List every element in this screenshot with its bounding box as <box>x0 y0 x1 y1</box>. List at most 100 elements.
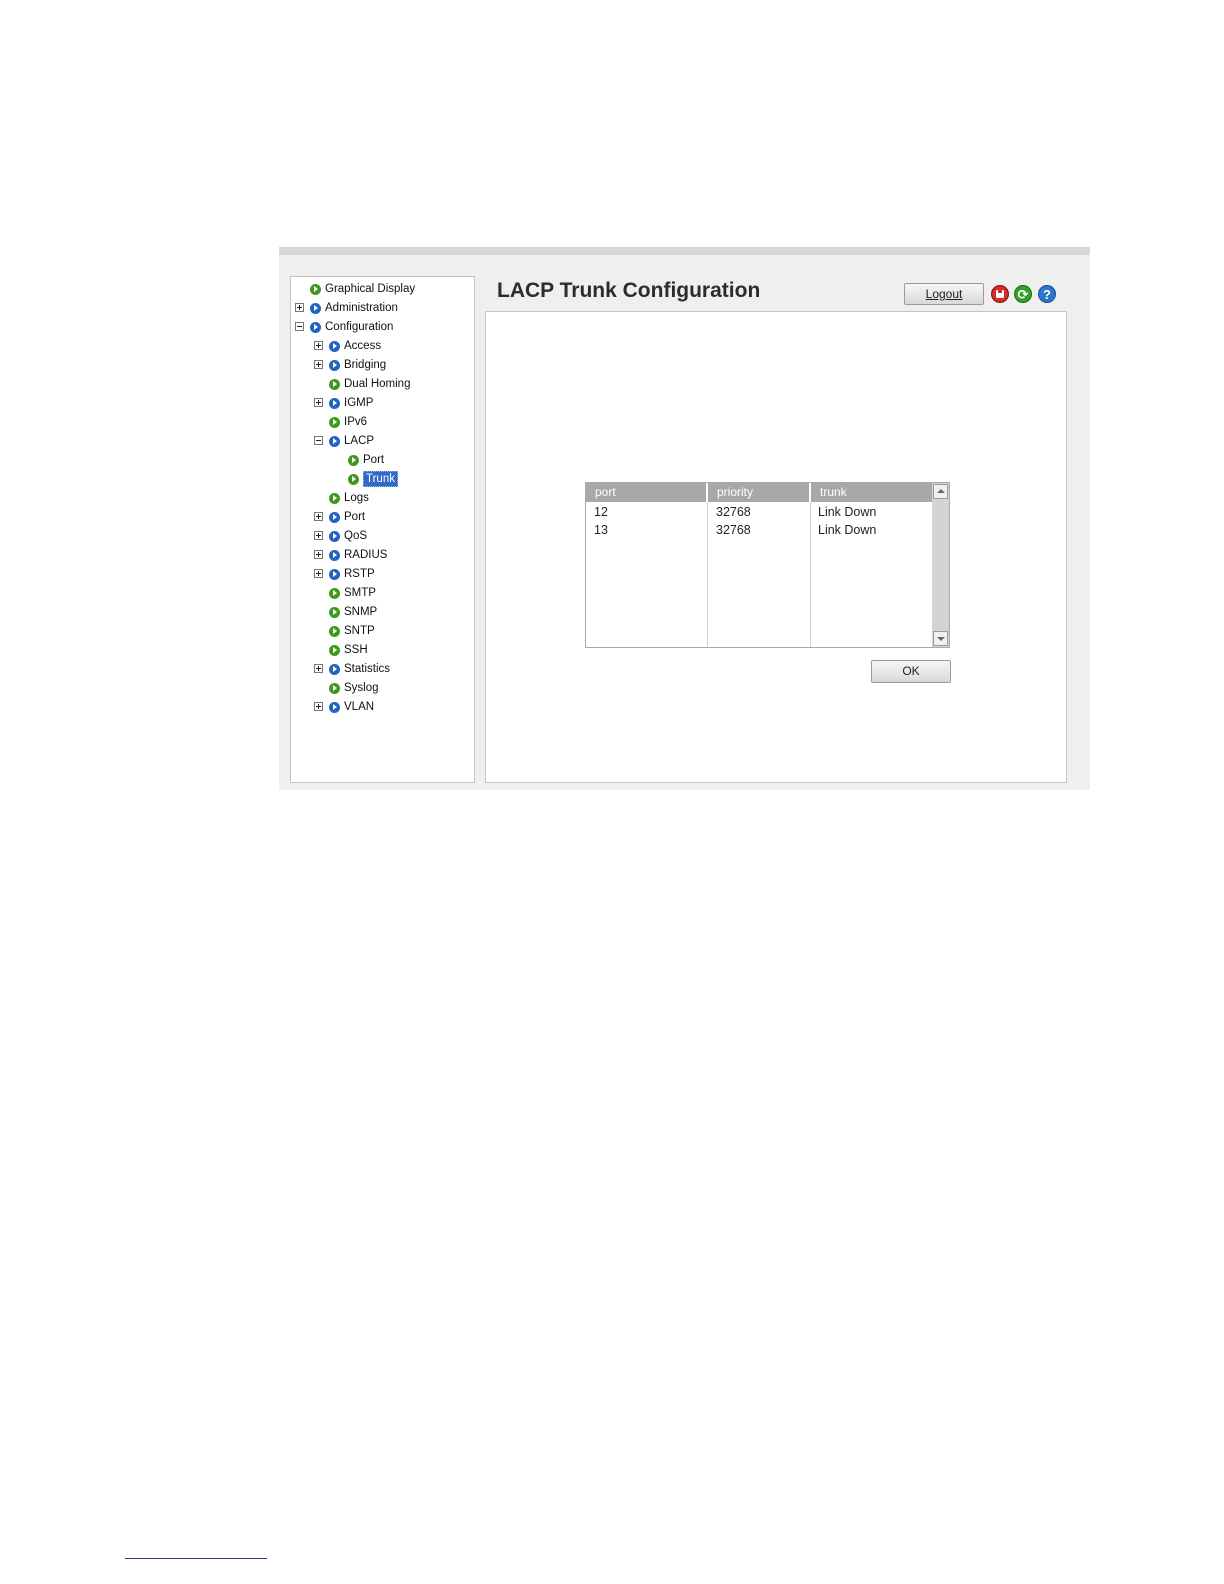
nav-item-access[interactable]: Access <box>291 337 474 355</box>
collapse-icon[interactable] <box>295 322 304 331</box>
cell-priority: 32768 <box>716 523 751 537</box>
nav-item-content: Access <box>329 340 381 352</box>
nav-item-trunk[interactable]: Trunk <box>291 470 474 488</box>
collapse-icon[interactable] <box>314 436 323 445</box>
scroll-down-button[interactable] <box>933 631 948 646</box>
nav-item-logs[interactable]: Logs <box>291 489 474 507</box>
nav-item-content: SSH <box>329 644 368 656</box>
nav-item-label: Logs <box>344 492 369 504</box>
nav-item-content: SNTP <box>329 625 375 637</box>
nav-item-syslog[interactable]: Syslog <box>291 679 474 697</box>
folder-node-icon <box>329 701 340 713</box>
nav-item-label: SMTP <box>344 587 376 599</box>
nav-item-bridging[interactable]: Bridging <box>291 356 474 374</box>
page-node-icon <box>329 682 340 694</box>
vertical-scrollbar[interactable] <box>932 483 949 647</box>
column-header-priority[interactable]: priority <box>708 483 811 502</box>
expand-icon[interactable] <box>314 341 323 350</box>
nav-item-ssh[interactable]: SSH <box>291 641 474 659</box>
nav-item-label: RSTP <box>344 568 375 580</box>
nav-item-label: Syslog <box>344 682 379 694</box>
column-header-trunk[interactable]: trunk <box>811 483 932 502</box>
nav-item-content: Configuration <box>310 321 393 333</box>
nav-item-ipv6[interactable]: IPv6 <box>291 413 474 431</box>
nav-item-port[interactable]: Port <box>291 451 474 469</box>
expand-icon[interactable] <box>314 398 323 407</box>
column-header-port[interactable]: port <box>586 483 708 502</box>
nav-item-graphical-display[interactable]: Graphical Display <box>291 280 474 298</box>
nav-item-content: Administration <box>310 302 398 314</box>
page-node-icon <box>348 473 359 485</box>
nav-item-rstp[interactable]: RSTP <box>291 565 474 583</box>
nav-item-label: Port <box>344 511 366 523</box>
cell-priority: 32768 <box>716 505 751 519</box>
nav-item-content: Logs <box>329 492 369 504</box>
folder-node-icon <box>329 511 340 523</box>
nav-item-label: Trunk <box>363 471 398 487</box>
save-icon[interactable] <box>991 285 1009 303</box>
nav-item-dual-homing[interactable]: Dual Homing <box>291 375 474 393</box>
scroll-up-button[interactable] <box>933 484 948 499</box>
nav-item-configuration[interactable]: Configuration <box>291 318 474 336</box>
expand-icon[interactable] <box>314 664 323 673</box>
folder-node-icon <box>329 549 340 561</box>
expand-icon[interactable] <box>314 360 323 369</box>
nav-item-content: Statistics <box>329 663 390 675</box>
expand-icon[interactable] <box>314 702 323 711</box>
folder-node-icon <box>329 435 340 447</box>
nav-item-content: RSTP <box>329 568 375 580</box>
expand-icon[interactable] <box>314 550 323 559</box>
nav-item-content: VLAN <box>329 701 374 713</box>
trunk-table: port priority trunk 12 32768 Link Down 1… <box>585 482 950 648</box>
folder-node-icon <box>310 321 321 333</box>
refresh-icon[interactable]: ⟳ <box>1014 285 1032 303</box>
expand-icon[interactable] <box>314 569 323 578</box>
folder-node-icon <box>329 663 340 675</box>
folder-node-icon <box>329 340 340 352</box>
nav-item-content: Graphical Display <box>310 283 415 295</box>
nav-item-label: IPv6 <box>344 416 368 428</box>
nav-item-vlan[interactable]: VLAN <box>291 698 474 716</box>
nav-item-sntp[interactable]: SNTP <box>291 622 474 640</box>
nav-item-port[interactable]: Port <box>291 508 474 526</box>
logout-button[interactable]: Logout <box>904 283 984 305</box>
folder-node-icon <box>310 302 321 314</box>
page-node-icon <box>329 492 340 504</box>
nav-item-label: QoS <box>344 530 368 542</box>
nav-item-lacp[interactable]: LACP <box>291 432 474 450</box>
nav-item-label: SNMP <box>344 606 378 618</box>
nav-item-igmp[interactable]: IGMP <box>291 394 474 412</box>
nav-item-qos[interactable]: QoS <box>291 527 474 545</box>
cell-trunk: Link Down <box>818 505 877 519</box>
footnote-rule <box>125 1558 267 1559</box>
arrow-up-icon <box>937 489 945 493</box>
cell-trunk: Link Down <box>818 523 877 537</box>
help-icon[interactable]: ? <box>1038 285 1056 303</box>
nav-item-label: Access <box>344 340 382 352</box>
nav-item-smtp[interactable]: SMTP <box>291 584 474 602</box>
nav-item-label: Port <box>363 454 385 466</box>
nav-item-content: IPv6 <box>329 416 367 428</box>
folder-node-icon <box>329 359 340 371</box>
expand-icon[interactable] <box>295 303 304 312</box>
nav-item-content: QoS <box>329 530 367 542</box>
ok-button[interactable]: OK <box>871 660 951 683</box>
nav-item-content: Bridging <box>329 359 386 371</box>
nav-item-label: Graphical Display <box>325 283 416 295</box>
nav-item-statistics[interactable]: Statistics <box>291 660 474 678</box>
expand-icon[interactable] <box>314 512 323 521</box>
nav-item-content: RADIUS <box>329 549 387 561</box>
nav-item-label: LACP <box>344 435 375 447</box>
arrow-down-icon <box>937 637 945 641</box>
page-node-icon <box>348 454 359 466</box>
nav-item-label: Statistics <box>344 663 391 675</box>
nav-item-radius[interactable]: RADIUS <box>291 546 474 564</box>
nav-item-snmp[interactable]: SNMP <box>291 603 474 621</box>
content-panel: port priority trunk 12 32768 Link Down 1… <box>485 311 1067 783</box>
nav-item-content: IGMP <box>329 397 373 409</box>
cell-port: 13 <box>594 523 608 537</box>
expand-icon[interactable] <box>314 531 323 540</box>
cell-port: 12 <box>594 505 608 519</box>
nav-item-content: Trunk <box>348 471 398 487</box>
nav-item-administration[interactable]: Administration <box>291 299 474 317</box>
